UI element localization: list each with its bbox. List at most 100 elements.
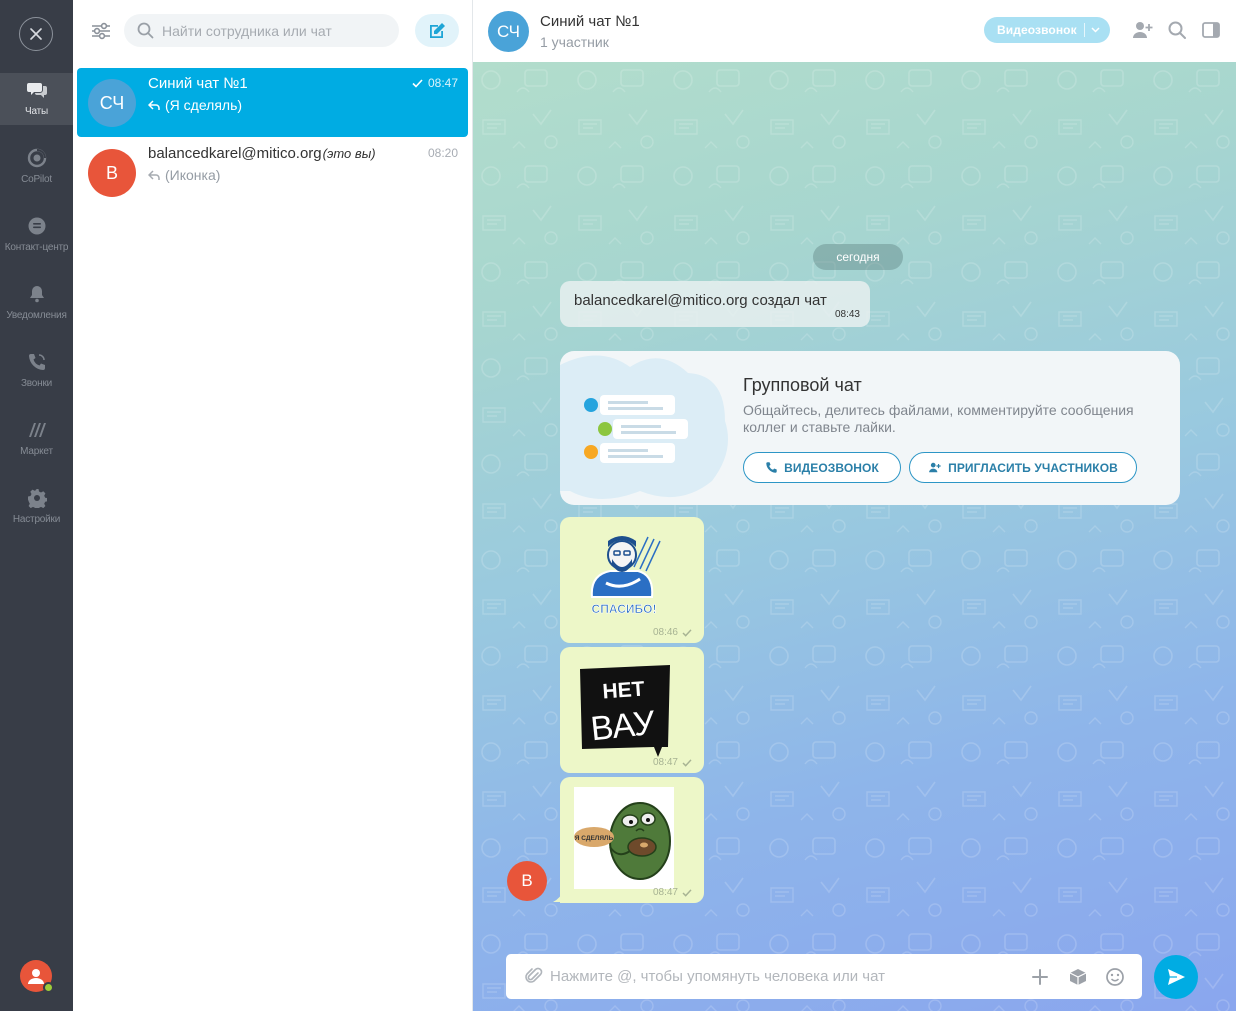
rail-label-market: Маркет [20,446,53,457]
add-user-icon [929,462,941,473]
bubble-tail [553,888,565,902]
online-status-dot [43,982,54,993]
promo-invite-label: ПРИГЛАСИТЬ УЧАСТНИКОВ [948,460,1118,475]
dialog-panel: СЧ Синий чат №1 1 участник Видеозвонок с… [473,0,1236,1011]
search-icon[interactable] [1166,19,1188,41]
chat-illustration [560,355,729,499]
left-rail: Чаты CoPilot Контакт-центр Уведомления З… [0,0,73,1011]
chats-icon [26,83,47,98]
market-icon [28,423,46,437]
chat-last-message: (Я сделяль) [165,97,243,113]
filter-icon[interactable] [90,20,112,42]
chat-item-self[interactable]: B balancedkarel@mitico.org(это вы) 08:20… [77,138,468,207]
rail-item-notifications[interactable]: Уведомления [0,277,73,329]
new-chat-button[interactable] [415,14,459,47]
divider [1083,23,1085,37]
sticker-time: 08:46 [652,627,678,638]
reply-icon [148,169,160,180]
chat-me-label: (это вы) [322,146,376,161]
bell-icon [29,286,44,303]
sticker-message[interactable]: СПАСИБО! 08:46 [560,517,704,643]
rail-item-copilot[interactable]: CoPilot [0,141,73,193]
chat-last-message-row: (Иконка) [148,167,220,183]
dialog-participants[interactable]: 1 участник [540,34,609,50]
search-box [124,14,399,47]
user-icon [28,969,44,984]
rail-label-settings: Настройки [12,514,61,525]
chat-last-message: (Иконка) [165,167,221,183]
chat-title: Синий чат №1 [148,75,248,92]
chevron-down-icon[interactable] [1091,27,1100,33]
compose-icon [430,22,445,38]
svg-text:НЕТ: НЕТ [602,678,646,704]
system-message-text: balancedkarel@mitico.org создал чат [574,292,827,309]
sticker-spasibo-image: СПАСИБО! [590,536,661,616]
messenger-window: Чаты CoPilot Контакт-центр Уведомления З… [0,0,1236,1011]
emoji-icon[interactable] [1104,966,1126,988]
search-icon [137,22,154,39]
close-button[interactable] [19,17,53,51]
video-call-button[interactable]: Видеозвонок [984,17,1110,43]
rail-label-copilot: CoPilot [21,174,52,185]
chat-title-row: balancedkarel@mitico.org(это вы) [148,145,376,162]
sticker-message[interactable]: НЕТ ВАУ 08:47 [560,647,704,773]
contact-center-icon [28,217,45,235]
rail-item-settings[interactable]: Настройки [0,481,73,533]
group-chat-promo: Групповой чат Общайтесь, делитесь файлам… [560,351,1180,505]
system-message: balancedkarel@mitico.org создал чат 08:4… [560,281,870,327]
dialog-title[interactable]: Синий чат №1 [540,13,640,30]
promo-video-call-label: ВИДЕОЗВОНОК [784,460,879,475]
sticker-time: 08:47 [652,887,678,898]
plus-icon[interactable] [1029,966,1051,988]
add-user-icon[interactable] [1132,19,1154,41]
rail-label-calls: Звонки [20,378,53,389]
promo-text: Общайтесь, делитесь файлами, комментируй… [743,402,1134,435]
rail-label-contact-center: Контакт-центр [4,242,69,253]
sticker-message[interactable]: Я СДЕЛЯЛЬ 08:47 [560,777,704,903]
sticker-ya-sdelyal-caption: Я СДЕЛЯЛЬ [575,835,614,842]
rail-item-chats[interactable]: Чаты [0,73,73,125]
promo-invite-button[interactable]: ПРИГЛАСИТЬ УЧАСТНИКОВ [909,452,1137,483]
rail-label-notifications: Уведомления [6,310,67,321]
dialog-avatar[interactable]: СЧ [488,11,529,52]
dialog-header: СЧ Синий чат №1 1 участник Видеозвонок [473,0,1236,62]
chat-avatar: СЧ [88,79,136,127]
system-message-time: 08:43 [834,309,860,320]
attach-icon[interactable] [524,966,544,986]
chat-time: 08:47 [427,76,458,90]
promo-video-call-button[interactable]: ВИДЕОЗВОНОК [743,452,901,483]
sticker-spasibo-caption: СПАСИБО! [592,602,657,616]
close-icon [30,28,42,40]
rail-item-contact-center[interactable]: Контакт-центр [0,209,73,261]
message-composer [506,954,1142,999]
message-author-avatar[interactable]: B [507,861,547,901]
rail-item-calls[interactable]: Звонки [0,345,73,397]
sticker-net-vau-image: НЕТ ВАУ [580,665,670,757]
reply-icon [148,99,160,110]
chat-item-group[interactable]: СЧ Синий чат №1 08:47 (Я сделяль) [77,68,468,137]
rail-item-market[interactable]: Маркет [0,413,73,465]
date-separator: сегодня [813,244,903,270]
promo-title: Групповой чат [743,375,862,395]
sidebar-toggle-icon[interactable] [1200,19,1222,41]
phone-icon [28,354,45,370]
check-icon [412,78,423,88]
chat-avatar: B [88,149,136,197]
message-input[interactable] [550,954,1020,999]
sticker-time-row: 08:47 [653,757,692,768]
svg-text:ВАУ: ВАУ [589,704,657,749]
chat-time: 08:20 [427,146,458,160]
chat-list-panel: СЧ Синий чат №1 08:47 (Я сделяль) B bala… [73,0,473,1011]
message-area[interactable]: сегодня balancedkarel@mitico.org создал … [473,62,1236,1011]
search-input[interactable] [162,14,392,47]
check-icon [682,888,692,897]
sticker-box-icon[interactable] [1067,966,1089,988]
send-button[interactable] [1154,955,1198,999]
sticker-time-row: 08:46 [653,627,692,638]
check-icon [682,758,692,767]
sticker-ya-sdelyal-image: Я СДЕЛЯЛЬ [574,787,674,889]
sticker-time: 08:47 [652,757,678,768]
chat-time-group: 08:47 [412,76,458,90]
rail-label-chats: Чаты [25,106,48,117]
copilot-icon [27,148,46,168]
